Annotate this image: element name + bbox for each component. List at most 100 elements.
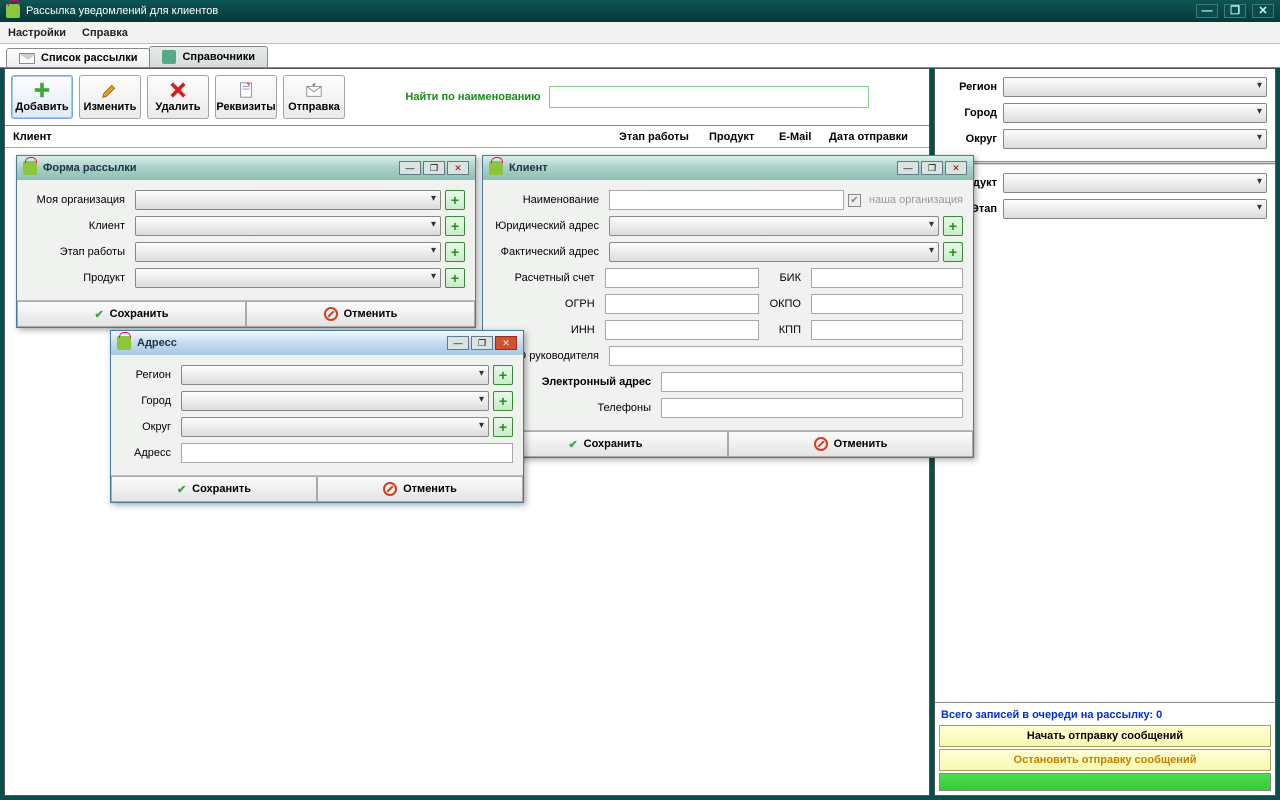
addr-district-add-button[interactable]: + [493, 417, 513, 437]
cancel-icon [383, 482, 397, 496]
menu-help[interactable]: Справка [82, 27, 128, 39]
addr-address-input[interactable] [181, 443, 513, 463]
menu-settings[interactable]: Настройки [8, 27, 66, 39]
send-envelope-icon [304, 81, 324, 99]
edit-button[interactable]: Изменить [79, 75, 141, 119]
filter-region-combo[interactable] [1003, 77, 1267, 97]
addr-region-combo[interactable] [181, 365, 489, 385]
stop-send-button[interactable]: Остановить отправку сообщений [939, 749, 1271, 771]
our-org-checkbox[interactable]: ✔ [848, 194, 861, 207]
modal-close-button[interactable]: ✕ [495, 336, 517, 350]
addr-city-combo[interactable] [181, 391, 489, 411]
progress-bar [939, 773, 1271, 791]
requisites-button[interactable]: Реквизиты [215, 75, 277, 119]
modal-close-button[interactable]: ✕ [945, 161, 967, 175]
form-save-button[interactable]: ✔Сохранить [17, 301, 246, 327]
actual-addr-add-button[interactable]: + [943, 242, 963, 262]
col-email[interactable]: E-Mail [775, 131, 825, 143]
filter-panel: Регион Город Округ Продукт Этап Всего за… [934, 68, 1276, 796]
filter-product-combo[interactable] [1003, 173, 1267, 193]
okpo-input[interactable] [811, 294, 963, 314]
tab-list[interactable]: Список рассылки [6, 48, 150, 67]
pencil-icon [100, 81, 120, 99]
filter-city-combo[interactable] [1003, 103, 1267, 123]
check-icon: ✔ [568, 438, 577, 451]
bik-input[interactable] [811, 268, 963, 288]
product-add-button[interactable]: + [445, 268, 465, 288]
legal-addr-combo[interactable] [609, 216, 939, 236]
client-name-input[interactable] [609, 190, 844, 210]
start-send-button[interactable]: Начать отправку сообщений [939, 725, 1271, 747]
addr-cancel-button[interactable]: Отменить [317, 476, 523, 502]
book-icon [162, 50, 176, 64]
account-input[interactable] [605, 268, 759, 288]
actual-addr-combo[interactable] [609, 242, 939, 262]
plus-icon [32, 81, 52, 99]
minimize-button[interactable]: — [1196, 4, 1218, 18]
ogrn-input[interactable] [605, 294, 759, 314]
addr-region-add-button[interactable]: + [493, 365, 513, 385]
modal-address: Адресс — ❐ ✕ Регион+ Город+ Округ+ Адрес… [110, 330, 524, 503]
modal-minimize-button[interactable]: — [447, 336, 469, 350]
col-date[interactable]: Дата отправки [825, 131, 925, 143]
client-add-button[interactable]: + [445, 216, 465, 236]
search-input[interactable] [549, 86, 869, 108]
modal-send-form-title: Форма рассылки [43, 162, 137, 174]
tabstrip: Список рассылки Справочники [0, 44, 1280, 68]
app-title: Рассылка уведомлений для клиентов [26, 5, 218, 17]
modal-maximize-button[interactable]: ❐ [921, 161, 943, 175]
modal-close-button[interactable]: ✕ [447, 161, 469, 175]
kpp-input[interactable] [811, 320, 963, 340]
add-button[interactable]: Добавить [11, 75, 73, 119]
tab-refs[interactable]: Справочники [149, 46, 268, 67]
cancel-icon [324, 307, 338, 321]
filter-district-combo[interactable] [1003, 129, 1267, 149]
gift-icon [23, 161, 37, 175]
document-icon [236, 81, 256, 99]
cancel-icon [814, 437, 828, 451]
col-client[interactable]: Клиент [9, 131, 615, 143]
stage-combo[interactable] [135, 242, 441, 262]
addr-district-combo[interactable] [181, 417, 489, 437]
filter-stage-combo[interactable] [1003, 199, 1267, 219]
modal-address-title: Адресс [137, 337, 177, 349]
my-org-combo[interactable] [135, 190, 441, 210]
menubar: Настройки Справка [0, 22, 1280, 44]
maximize-button[interactable]: ❐ [1224, 4, 1246, 18]
queue-label: Всего записей в очереди на рассылку: 0 [939, 707, 1271, 725]
search-label: Найти по наименованию [405, 91, 540, 103]
form-cancel-button[interactable]: Отменить [246, 301, 475, 327]
grid-header: Клиент Этап работы Продукт E-Mail Дата о… [5, 126, 929, 148]
addr-save-button[interactable]: ✔Сохранить [111, 476, 317, 502]
director-input[interactable] [609, 346, 963, 366]
check-icon: ✔ [177, 483, 186, 496]
modal-minimize-button[interactable]: — [399, 161, 421, 175]
toolbar: Добавить Изменить Удалить Реквизиты Отпр… [5, 69, 929, 126]
addr-city-add-button[interactable]: + [493, 391, 513, 411]
inn-input[interactable] [605, 320, 759, 340]
send-button[interactable]: Отправка [283, 75, 345, 119]
client-combo[interactable] [135, 216, 441, 236]
modal-maximize-button[interactable]: ❐ [423, 161, 445, 175]
modal-client-title: Клиент [509, 162, 548, 174]
product-combo[interactable] [135, 268, 441, 288]
stage-add-button[interactable]: + [445, 242, 465, 262]
delete-button[interactable]: Удалить [147, 75, 209, 119]
modal-client: Клиент — ❐ ✕ Наименование✔наша организац… [482, 155, 974, 458]
filter-region-label: Регион [943, 81, 1003, 93]
col-product[interactable]: Продукт [705, 131, 775, 143]
modal-minimize-button[interactable]: — [897, 161, 919, 175]
my-org-add-button[interactable]: + [445, 190, 465, 210]
close-button[interactable]: ✕ [1252, 4, 1274, 18]
client-cancel-button[interactable]: Отменить [728, 431, 973, 457]
modal-maximize-button[interactable]: ❐ [471, 336, 493, 350]
col-stage[interactable]: Этап работы [615, 131, 705, 143]
modal-send-form: Форма рассылки — ❐ ✕ Моя организация+ Кл… [16, 155, 476, 328]
gift-icon [117, 336, 131, 350]
filter-city-label: Город [943, 107, 1003, 119]
phones-input[interactable] [661, 398, 963, 418]
email-input[interactable] [661, 372, 963, 392]
legal-addr-add-button[interactable]: + [943, 216, 963, 236]
titlebar: Рассылка уведомлений для клиентов — ❐ ✕ [0, 0, 1280, 22]
envelope-icon [19, 53, 35, 64]
